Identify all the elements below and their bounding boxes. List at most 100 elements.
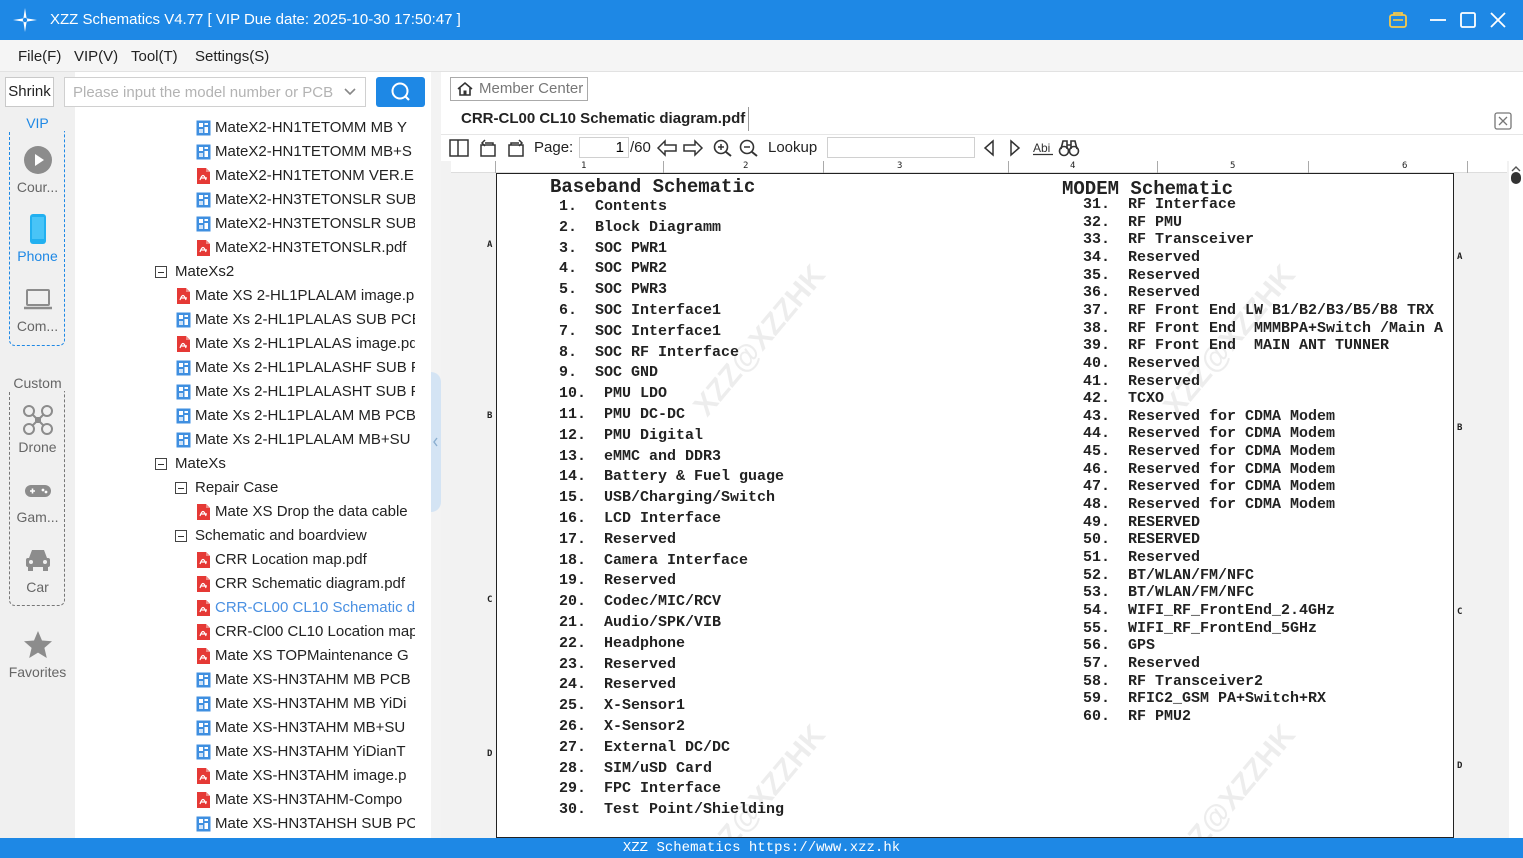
tree-file[interactable]: MateX2-HN3TETONSLR SUB (75, 212, 415, 236)
tree-file[interactable]: Mate Xs 2-HL1PLALASHT SUB PC (75, 380, 415, 404)
contents-entry[interactable]: 10. PMU LDO (559, 385, 667, 402)
search-button[interactable] (376, 77, 425, 107)
match-case-icon[interactable]: Abi (1032, 139, 1054, 157)
contents-entry[interactable]: 57. Reserved (1083, 655, 1200, 672)
contents-entry[interactable]: 34. Reserved (1083, 249, 1200, 266)
binoculars-icon[interactable] (1058, 139, 1080, 157)
prev-page-arrow-icon[interactable] (656, 139, 678, 157)
contents-entry[interactable]: 9. SOC GND (559, 364, 658, 381)
tree-folder[interactable]: Repair Case (75, 476, 415, 500)
tree-file[interactable]: Mate Xs 2-HL1PLALAM MB PCB (75, 404, 415, 428)
contents-entry[interactable]: 49. RESERVED (1083, 514, 1200, 531)
zoom-out-icon[interactable] (739, 139, 759, 157)
contents-entry[interactable]: 56. GPS (1083, 637, 1155, 654)
tree-file[interactable]: Mate XS-HN3TAHM MB PCB (75, 668, 415, 692)
contents-entry[interactable]: 60. RF PMU2 (1083, 708, 1191, 725)
panel-splitter[interactable] (431, 72, 441, 838)
contents-entry[interactable]: 2. Block Diagramm (559, 219, 721, 236)
contents-entry[interactable]: 14. Battery & Fuel guage (559, 468, 784, 485)
contents-entry[interactable]: 55. WIFI_RF_FrontEnd_5GHz (1083, 620, 1317, 637)
document-tab[interactable]: CRR-CL00 CL10 Schematic diagram.pdf (461, 110, 745, 127)
lookup-input[interactable] (827, 137, 975, 158)
contents-entry[interactable]: 48. Reserved for CDMA Modem (1083, 496, 1335, 513)
contents-entry[interactable]: 23. Reserved (559, 656, 676, 673)
nav-car[interactable]: Car (0, 545, 75, 595)
contents-entry[interactable]: 35. Reserved (1083, 267, 1200, 284)
tree-folder[interactable]: MateXs2 (75, 260, 415, 284)
tree-folder[interactable]: Schematic and boardview (75, 524, 415, 548)
contents-entry[interactable]: 51. Reserved (1083, 549, 1200, 566)
contents-entry[interactable]: 31. RF Interface (1083, 196, 1236, 213)
member-center-button[interactable]: Member Center (450, 77, 588, 101)
find-next-icon[interactable] (1007, 139, 1023, 157)
contents-entry[interactable]: 41. Reserved (1083, 373, 1200, 390)
nav-game[interactable]: Gam... (0, 475, 75, 525)
tree-file[interactable]: MateX2-HN1TETOMM MB Y (75, 116, 415, 140)
tree-folder[interactable]: MateXs (75, 452, 415, 476)
tree-file[interactable]: Mate XS-HN3TAHM image.p (75, 764, 415, 788)
contents-entry[interactable]: 17. Reserved (559, 531, 676, 548)
close-tab-icon[interactable] (1493, 111, 1513, 131)
tree-file[interactable]: Mate Xs 2-HL1PLALAS SUB PCB I (75, 308, 415, 332)
contents-entry[interactable]: 6. SOC Interface1 (559, 302, 721, 319)
viewer-scroll-thumb[interactable] (1511, 172, 1521, 184)
contents-entry[interactable]: 52. BT/WLAN/FM/NFC (1083, 567, 1254, 584)
pdf-viewer[interactable]: 123456 XZZ@XZZHK XZZ@XZZHK XZZ@XZZHK XZZ@XZ… (441, 161, 1523, 838)
contents-entry[interactable]: 29. FPC Interface (559, 780, 721, 797)
contents-entry[interactable]: 36. Reserved (1083, 284, 1200, 301)
contents-entry[interactable]: 33. RF Transceiver (1083, 231, 1254, 248)
maximize-icon[interactable] (1457, 9, 1479, 31)
contents-entry[interactable]: 18. Camera Interface (559, 552, 748, 569)
contents-entry[interactable]: 44. Reserved for CDMA Modem (1083, 425, 1335, 442)
tree-file[interactable]: Mate XS Drop the data cable (75, 500, 415, 524)
contents-entry[interactable]: 39. RF Front End MAIN ANT TUNNER (1083, 337, 1389, 354)
contents-entry[interactable]: 22. Headphone (559, 635, 685, 652)
contents-entry[interactable]: 54. WIFI_RF_FrontEnd_2.4GHz (1083, 602, 1335, 619)
contents-entry[interactable]: 20. Codec/MIC/RCV (559, 593, 721, 610)
contents-entry[interactable]: 7. SOC Interface1 (559, 323, 721, 340)
contents-entry[interactable]: 21. Audio/SPK/VIB (559, 614, 721, 631)
contents-entry[interactable]: 12. PMU Digital (559, 427, 703, 444)
tree-file[interactable]: MateX2-HN3TETONSLR SUB (75, 188, 415, 212)
collapse-box-icon[interactable] (175, 482, 187, 494)
pdf-page[interactable]: XZZ@XZZHK XZZ@XZZHK XZZ@XZZHK XZZ@XZZHK Base… (496, 173, 1454, 838)
tree-file[interactable]: MateX2-HN1TETONM VER.E (75, 164, 415, 188)
search-field[interactable] (64, 77, 366, 107)
contents-entry[interactable]: 16. LCD Interface (559, 510, 721, 527)
menu-tool[interactable]: Tool(T) (131, 48, 178, 65)
tree-file[interactable]: MateX2-HN1TETOMM MB+S (75, 140, 415, 164)
contents-entry[interactable]: 24. Reserved (559, 676, 676, 693)
tree-file[interactable]: Mate XS-HN3TAHM MB+SU (75, 716, 415, 740)
chevron-down-icon[interactable] (343, 86, 357, 98)
nav-drone[interactable]: Drone (0, 405, 75, 455)
find-previous-icon[interactable] (981, 139, 997, 157)
contents-entry[interactable]: 47. Reserved for CDMA Modem (1083, 478, 1335, 495)
collapse-box-icon[interactable] (175, 530, 187, 542)
tree-file[interactable]: Mate XS-HN3TAHM-Compo (75, 788, 415, 812)
rotate-left-icon[interactable] (479, 139, 499, 157)
tree-file[interactable]: Mate Xs 2-HL1PLALASHF SUB PC (75, 356, 415, 380)
tree-file[interactable]: Mate XS 2-HL1PLALAM image.p (75, 284, 415, 308)
contents-entry[interactable]: 8. SOC RF Interface (559, 344, 739, 361)
tree-file[interactable]: CRR Location map.pdf (75, 548, 415, 572)
contents-entry[interactable]: 27. External DC/DC (559, 739, 730, 756)
tree-file[interactable]: MateX2-HN3TETONSLR.pdf (75, 236, 415, 260)
contents-entry[interactable]: 59. RFIC2_GSM PA+Switch+RX (1083, 690, 1326, 707)
contents-entry[interactable]: 53. BT/WLAN/FM/NFC (1083, 584, 1254, 601)
sidebar-toggle-icon[interactable] (449, 139, 469, 157)
contents-entry[interactable]: 40. Reserved (1083, 355, 1200, 372)
close-icon[interactable] (1487, 9, 1509, 31)
collapse-box-icon[interactable] (155, 266, 167, 278)
contents-entry[interactable]: 37. RF Front End LW B1/B2/B3/B5/B8 TRX (1083, 302, 1434, 319)
minimize-icon[interactable] (1427, 9, 1449, 31)
contents-entry[interactable]: 50. RESERVED (1083, 531, 1200, 548)
contents-entry[interactable]: 19. Reserved (559, 572, 676, 589)
tree-file[interactable]: CRR Schematic diagram.pdf (75, 572, 415, 596)
tree-file[interactable]: Mate XS-HN3TAHM YiDianT (75, 740, 415, 764)
contents-entry[interactable]: 1. Contents (559, 198, 667, 215)
menu-file[interactable]: File(F) (18, 48, 61, 65)
contents-entry[interactable]: 32. RF PMU (1083, 214, 1182, 231)
contents-entry[interactable]: 58. RF Transceiver2 (1083, 673, 1263, 690)
tree-file[interactable]: Mate XS TOPMaintenance G (75, 644, 415, 668)
menu-settings[interactable]: Settings(S) (195, 48, 269, 65)
